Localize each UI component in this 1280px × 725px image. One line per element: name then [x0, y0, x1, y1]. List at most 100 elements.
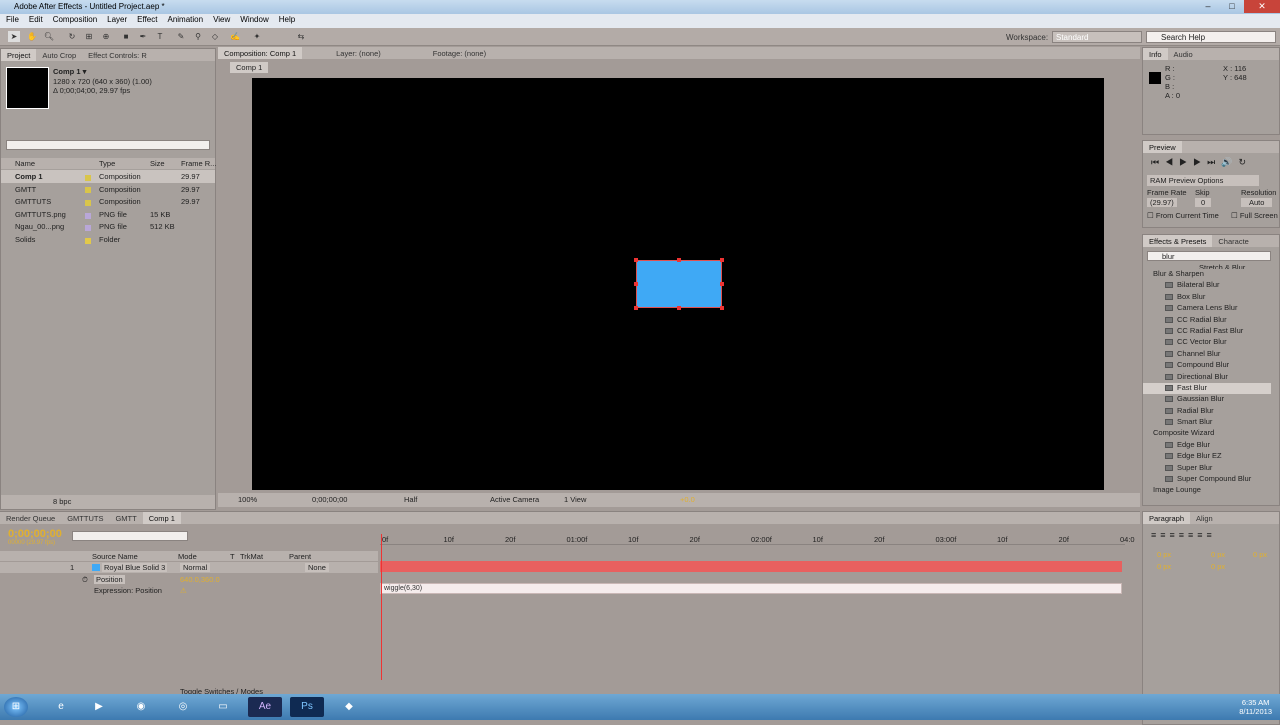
effect-item[interactable]: Edge Blur: [1143, 440, 1271, 451]
tab-effects-presets[interactable]: Effects & Presets: [1143, 235, 1213, 247]
effects-search-input[interactable]: blur: [1147, 251, 1271, 261]
list-item[interactable]: GMTTUTS Composition 29.97: [1, 195, 215, 208]
tab-paragraph[interactable]: Paragraph: [1143, 512, 1191, 524]
tab-auto-crop[interactable]: Auto Crop: [36, 49, 82, 61]
media-player-icon[interactable]: ▶: [82, 697, 116, 717]
effect-item[interactable]: Radial Blur: [1143, 406, 1271, 417]
project-search-input[interactable]: [6, 140, 210, 150]
pen-tool-icon[interactable]: ✒: [137, 31, 149, 42]
rotation-tool-icon[interactable]: ↻: [66, 31, 78, 42]
tab-audio[interactable]: Audio: [1168, 48, 1199, 60]
hand-tool-icon[interactable]: ✋: [26, 31, 38, 42]
ram-preview-options-select[interactable]: RAM Preview Options: [1147, 175, 1259, 186]
skip-select[interactable]: 0: [1195, 198, 1212, 207]
list-item[interactable]: Comp 1 Composition 29.97: [1, 170, 215, 183]
camera-select[interactable]: Active Camera: [490, 495, 539, 504]
blend-mode-select[interactable]: Normal: [180, 563, 211, 572]
col-size[interactable]: Size: [150, 159, 165, 168]
view-layout-select[interactable]: 1 View: [564, 495, 586, 504]
effect-item[interactable]: Fast Blur: [1143, 382, 1271, 395]
menu-window[interactable]: Window: [240, 15, 268, 27]
transform-handle[interactable]: [677, 306, 681, 310]
effect-item[interactable]: Camera Lens Blur: [1143, 303, 1271, 314]
effect-item[interactable]: CC Radial Fast Blur: [1143, 326, 1271, 337]
stopwatch-icon[interactable]: ⏱: [82, 575, 88, 585]
effect-item[interactable]: Box Blur: [1143, 292, 1271, 303]
tab-render-queue[interactable]: Render Queue: [0, 512, 61, 524]
bpc-button[interactable]: 8 bpc: [53, 497, 71, 506]
timeline-timecode[interactable]: 0;00;00;00: [8, 528, 62, 540]
col-type[interactable]: Type: [99, 159, 115, 168]
chrome-icon[interactable]: ◉: [124, 697, 158, 717]
effect-item[interactable]: Gaussian Blur: [1143, 394, 1271, 405]
menu-help[interactable]: Help: [279, 15, 295, 27]
tab-layer[interactable]: Layer: (none): [330, 47, 387, 59]
zoom-tool-icon[interactable]: 🔍︎: [43, 31, 55, 42]
comp-navigator-tab[interactable]: Comp 1: [230, 62, 269, 73]
menu-edit[interactable]: Edit: [29, 15, 43, 27]
photoshop-icon[interactable]: Ps: [290, 697, 324, 717]
col-frame-rate[interactable]: Frame R...: [181, 159, 216, 168]
effect-item[interactable]: Compound Blur: [1143, 360, 1271, 371]
folder-icon[interactable]: ▭: [206, 697, 240, 717]
zoom-select[interactable]: 100%: [238, 495, 257, 504]
menu-view[interactable]: View: [213, 15, 230, 27]
parent-select[interactable]: None: [305, 563, 329, 572]
roto-brush-tool-icon[interactable]: ✍: [229, 31, 241, 42]
viewer-timecode[interactable]: 0;00;00;00: [312, 495, 347, 504]
tab-footage[interactable]: Footage: (none): [427, 47, 492, 59]
system-clock[interactable]: 6:35 AM 8/11/2013: [1239, 698, 1272, 716]
effect-item[interactable]: Super Blur: [1143, 463, 1271, 474]
expression-field[interactable]: wiggle(6,30): [380, 583, 1122, 594]
tab-gmtt[interactable]: GMTT: [109, 512, 142, 524]
paragraph-align-buttons[interactable]: ≡≡≡≡≡≡≡: [1151, 530, 1216, 540]
from-current-time-checkbox[interactable]: ☐ From Current Time: [1147, 211, 1219, 220]
search-help-input[interactable]: Search Help: [1146, 31, 1276, 43]
position-value[interactable]: 640.0,360.0: [180, 575, 220, 584]
menu-layer[interactable]: Layer: [107, 15, 127, 27]
transform-handle[interactable]: [634, 282, 638, 286]
layer-duration-bar[interactable]: [380, 561, 1122, 572]
frame-rate-select[interactable]: (29.97): [1147, 198, 1177, 207]
transform-handle[interactable]: [720, 306, 724, 310]
list-item[interactable]: Ngau_00...png PNG file 512 KB: [1, 220, 215, 233]
maximize-button[interactable]: □: [1220, 0, 1244, 13]
tab-composition[interactable]: Composition: Comp 1: [218, 47, 303, 59]
transform-handle[interactable]: [634, 306, 638, 310]
rectangle-tool-icon[interactable]: ■: [120, 31, 132, 42]
exposure-value[interactable]: +0.0: [680, 495, 695, 504]
menu-composition[interactable]: Composition: [53, 15, 97, 27]
after-effects-icon[interactable]: Ae: [248, 697, 282, 717]
list-item[interactable]: GMTTUTS.png PNG file 15 KB: [1, 208, 215, 221]
firefox-icon[interactable]: ◎: [166, 697, 200, 717]
menu-file[interactable]: File: [6, 15, 19, 27]
tab-character[interactable]: Characte: [1212, 235, 1254, 247]
current-time-indicator[interactable]: [381, 534, 382, 680]
pan-behind-tool-icon[interactable]: ⊕: [100, 31, 112, 42]
transform-handle[interactable]: [677, 258, 681, 262]
workspace-select[interactable]: Standard: [1052, 31, 1142, 43]
timeline-search-input[interactable]: [72, 531, 188, 541]
table-row[interactable]: 1 Royal Blue Solid 3 Normal None: [0, 562, 378, 573]
full-screen-checkbox[interactable]: ☐ Full Screen: [1231, 211, 1278, 220]
ie-icon[interactable]: e: [44, 697, 78, 717]
selection-tool-icon[interactable]: ➤: [8, 31, 20, 42]
effect-item[interactable]: Edge Blur EZ: [1143, 451, 1271, 462]
close-button[interactable]: ✕: [1244, 0, 1280, 13]
effects-group[interactable]: Image Lounge: [1143, 485, 1271, 496]
effects-group[interactable]: Blur & Sharpen: [1143, 269, 1271, 280]
list-item[interactable]: Solids Folder: [1, 233, 215, 246]
menu-effect[interactable]: Effect: [137, 15, 157, 27]
tab-comp-1[interactable]: Comp 1: [142, 512, 181, 524]
type-tool-icon[interactable]: T: [154, 31, 166, 42]
resolution-select[interactable]: Auto: [1241, 198, 1273, 207]
menu-animation[interactable]: Animation: [167, 15, 203, 27]
axis-mode-icon[interactable]: ⇆: [295, 31, 307, 42]
effect-item[interactable]: Super Compound Blur: [1143, 474, 1271, 485]
effect-item[interactable]: CC Vector Blur: [1143, 337, 1271, 348]
transform-handle[interactable]: [720, 282, 724, 286]
table-row[interactable]: ⏱ Position 640.0,360.0: [0, 574, 378, 585]
tab-project[interactable]: Project: [1, 49, 37, 61]
effect-item[interactable]: Channel Blur: [1143, 349, 1271, 360]
effect-item[interactable]: Smart Blur: [1143, 417, 1271, 428]
